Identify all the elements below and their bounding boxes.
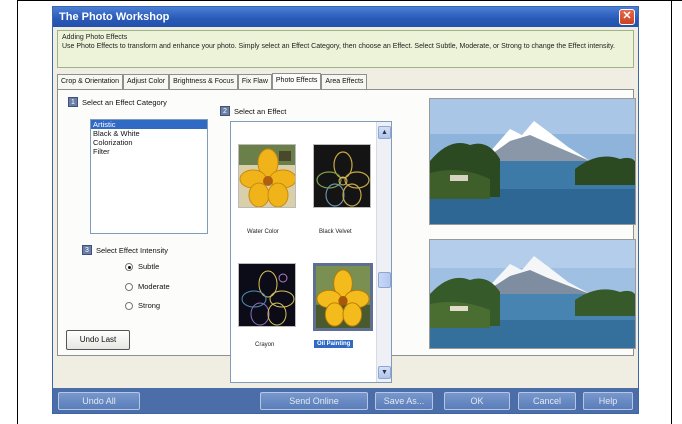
help-button[interactable]: Help bbox=[583, 392, 633, 410]
effect-label-oil-painting: Oil Painting bbox=[314, 340, 354, 348]
tab-brightness-focus[interactable]: Brightness & Focus bbox=[169, 74, 238, 89]
landscape-original-image bbox=[430, 99, 635, 224]
intensity-strong[interactable]: Strong bbox=[125, 301, 160, 310]
title-bar: The Photo Workshop ✕ bbox=[53, 7, 638, 27]
effect-thumb-water-color[interactable] bbox=[238, 144, 296, 208]
step-label: Select Effect Intensity bbox=[96, 245, 168, 255]
cancel-button[interactable]: Cancel bbox=[518, 392, 576, 410]
ok-button[interactable]: OK bbox=[444, 392, 510, 410]
effects-scrollbar[interactable]: ▲ ▼ bbox=[376, 122, 391, 382]
category-colorization[interactable]: Colorization bbox=[91, 138, 207, 147]
effect-label-water-color: Water Color bbox=[247, 229, 279, 235]
document-border-right bbox=[671, 0, 672, 424]
scroll-down-button[interactable]: ▼ bbox=[378, 366, 391, 379]
effect-label-black-velvet: Black Velvet bbox=[319, 229, 352, 235]
step-label: Select an Effect bbox=[234, 106, 287, 116]
scroll-thumb[interactable] bbox=[378, 272, 391, 288]
step-number-1: 1 bbox=[68, 97, 78, 107]
intensity-subtle[interactable]: Subtle bbox=[125, 262, 159, 271]
flower-black-velvet-icon bbox=[314, 145, 370, 207]
document-border-left bbox=[17, 0, 18, 424]
tab-photo-effects[interactable]: Photo Effects bbox=[271, 73, 322, 89]
radio-button[interactable] bbox=[125, 301, 133, 310]
original-photo-preview bbox=[429, 98, 636, 225]
flower-water-color-icon bbox=[239, 145, 295, 207]
step-number-3: 3 bbox=[82, 245, 92, 255]
tab-crop-orientation[interactable]: Crop & Orientation bbox=[57, 74, 123, 89]
close-button[interactable]: ✕ bbox=[619, 9, 635, 25]
send-online-button[interactable]: Send Online bbox=[260, 392, 368, 410]
effect-category-list[interactable]: Artistic Black & White Colorization Filt… bbox=[90, 119, 208, 234]
step-select-effect: 2 Select an Effect bbox=[220, 106, 286, 116]
effect-thumb-black-velvet[interactable] bbox=[313, 144, 371, 208]
category-artistic[interactable]: Artistic bbox=[91, 120, 207, 129]
scroll-up-button[interactable]: ▲ bbox=[378, 126, 391, 139]
effect-thumb-oil-painting[interactable] bbox=[313, 263, 373, 331]
tab-area-effects[interactable]: Area Effects bbox=[321, 74, 368, 89]
category-black-white[interactable]: Black & White bbox=[91, 129, 207, 138]
effect-label-crayon: Crayon bbox=[255, 342, 275, 348]
flower-crayon-icon bbox=[239, 264, 295, 326]
effect-thumb-crayon[interactable] bbox=[238, 263, 296, 327]
radio-label: Strong bbox=[138, 301, 161, 310]
tab-fix-flaw[interactable]: Fix Flaw bbox=[237, 74, 272, 89]
step-select-category: 1 Select an Effect Category bbox=[68, 97, 167, 107]
radio-label: Moderate bbox=[138, 282, 170, 291]
step-select-intensity: 3 Select Effect Intensity bbox=[82, 245, 168, 255]
radio-label: Subtle bbox=[138, 262, 160, 271]
step-number-2: 2 bbox=[220, 106, 230, 116]
undo-all-button[interactable]: Undo All bbox=[58, 392, 140, 410]
effects-gallery: Water Color Black Velvet Crayon Oil Pain… bbox=[230, 121, 392, 383]
photo-workshop-window: The Photo Workshop ✕ Adding Photo Effect… bbox=[52, 6, 639, 414]
radio-button[interactable] bbox=[125, 282, 133, 291]
landscape-effect-image bbox=[430, 240, 635, 348]
help-heading: Adding Photo Effects bbox=[62, 34, 128, 41]
help-body: Use Photo Effects to transform and enhan… bbox=[62, 43, 615, 50]
help-text-box: Adding Photo Effects Use Photo Effects t… bbox=[57, 30, 634, 68]
document-border-top bbox=[17, 0, 682, 1]
step-label: Select an Effect Category bbox=[82, 97, 167, 107]
effect-photo-preview bbox=[429, 239, 636, 349]
intensity-moderate[interactable]: Moderate bbox=[125, 282, 170, 291]
category-filter[interactable]: Filter bbox=[91, 147, 207, 156]
photo-effects-panel: 1 Select an Effect Category Artistic Bla… bbox=[57, 89, 636, 383]
radio-button[interactable] bbox=[125, 262, 133, 271]
window-title: The Photo Workshop bbox=[59, 11, 170, 23]
tab-adjust-color[interactable]: Adjust Color bbox=[122, 74, 170, 89]
flower-oil-painting-icon bbox=[316, 266, 370, 328]
undo-last-button[interactable]: Undo Last bbox=[66, 330, 130, 350]
save-as-button[interactable]: Save As... bbox=[375, 392, 433, 410]
tab-strip: Crop & Orientation Adjust Color Brightne… bbox=[57, 73, 368, 89]
